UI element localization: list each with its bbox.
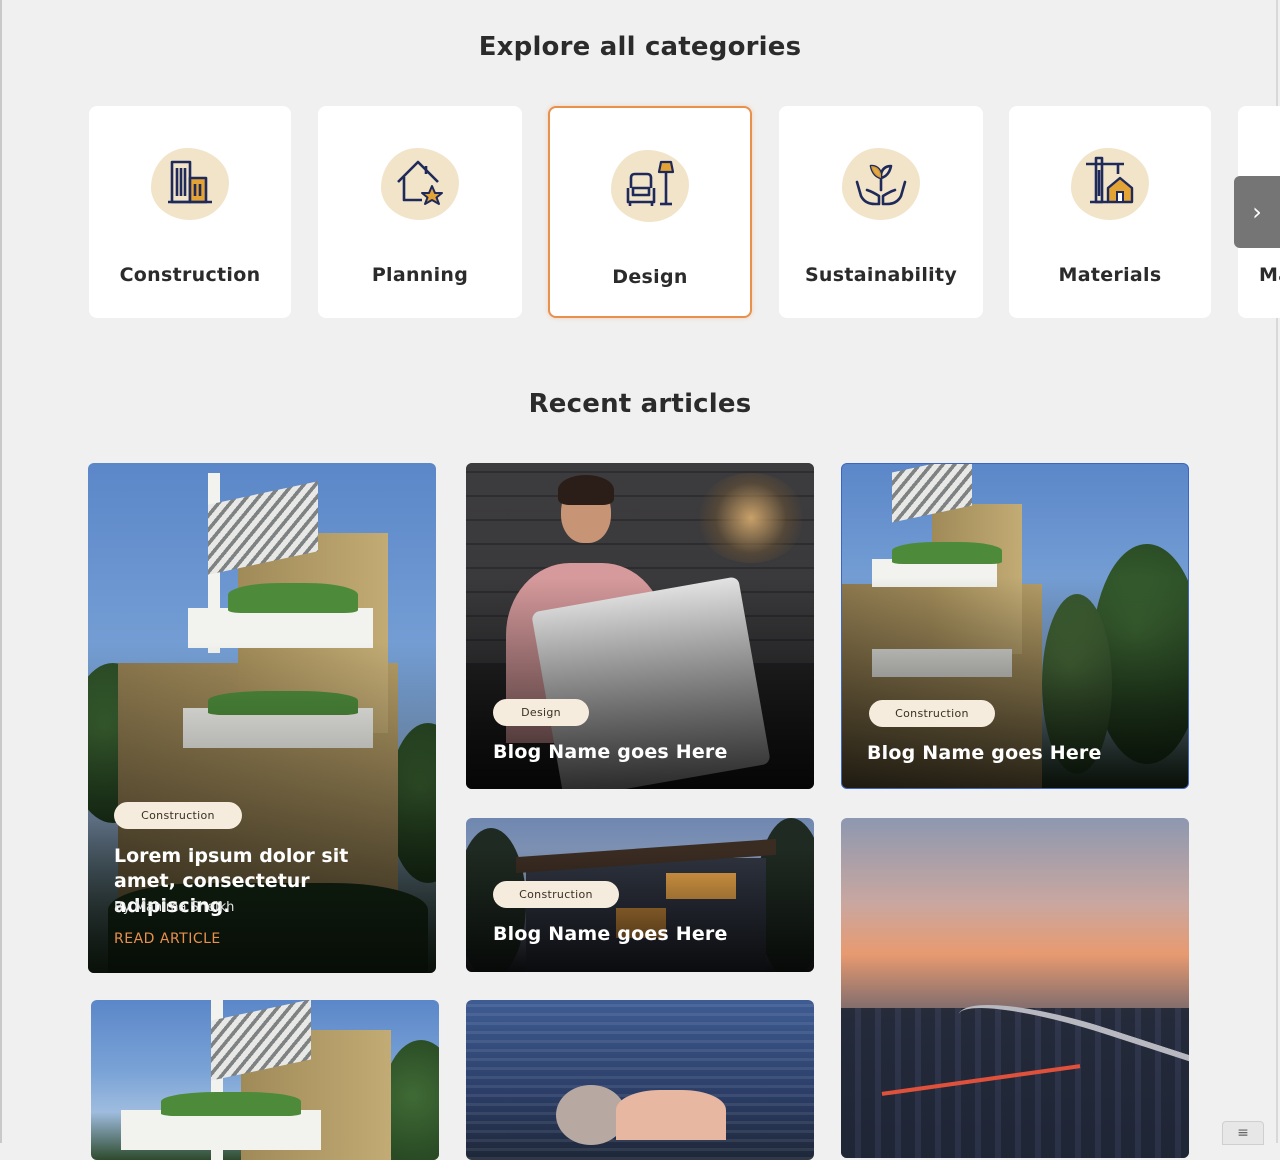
plants-image xyxy=(228,583,358,613)
category-label: Design xyxy=(612,266,688,288)
crane-house-icon xyxy=(1086,156,1134,204)
note-add-icon[interactable]: ≡ xyxy=(1222,1121,1264,1145)
article-title[interactable]: Blog Name goes Here xyxy=(867,742,1102,764)
article-card-city[interactable] xyxy=(841,818,1189,1158)
category-label: Planning xyxy=(371,264,469,286)
article-card-design[interactable]: Design Blog Name goes Here xyxy=(466,463,814,789)
chevron-right-icon: › xyxy=(1252,198,1262,226)
buildings-icon xyxy=(168,160,212,204)
hands-plant-icon xyxy=(855,164,907,206)
armchair-lamp-icon xyxy=(626,160,675,206)
category-pill[interactable]: Design xyxy=(493,699,589,726)
read-article-link[interactable]: READ ARTICLE xyxy=(114,931,221,947)
plants-image xyxy=(892,542,1002,564)
category-card-sustainability[interactable]: Sustainability xyxy=(779,106,983,318)
category-label: Ma xyxy=(1259,264,1280,286)
category-pill[interactable]: Construction xyxy=(493,881,619,908)
category-card-planning[interactable]: Planning xyxy=(318,106,522,318)
article-author: By Mahima Sheikh xyxy=(114,900,235,915)
plants-image xyxy=(161,1092,301,1116)
person-shirt-image xyxy=(616,1090,726,1140)
person-hair-image xyxy=(558,475,614,505)
article-card-bottom-left[interactable] xyxy=(91,1000,439,1160)
category-label: Construction xyxy=(119,264,261,286)
article-card-bottom-middle[interactable] xyxy=(466,1000,814,1160)
article-card-construction-middle[interactable]: Construction Blog Name goes Here xyxy=(466,818,814,972)
article-title[interactable]: Blog Name goes Here xyxy=(493,923,728,945)
category-card-design[interactable]: Design xyxy=(548,106,752,318)
article-card-construction-right[interactable]: Construction Blog Name goes Here xyxy=(841,463,1189,789)
category-label: Sustainability xyxy=(804,264,958,286)
featured-article-card[interactable]: Construction Lorem ipsum dolor sit amet,… xyxy=(88,463,436,973)
category-pill[interactable]: Construction xyxy=(869,700,995,727)
articles-heading: Recent articles xyxy=(528,389,752,419)
category-card-materials[interactable]: Materials xyxy=(1009,106,1211,318)
category-label: Materials xyxy=(1058,264,1162,286)
carousel-next-button[interactable]: › xyxy=(1234,176,1280,248)
card-shade xyxy=(466,848,814,972)
article-title[interactable]: Blog Name goes Here xyxy=(493,741,728,763)
wall-lamp-light xyxy=(696,473,806,563)
category-card-construction[interactable]: Construction xyxy=(89,106,291,318)
house-star-icon xyxy=(397,160,443,205)
categories-heading: Explore all categories xyxy=(478,32,802,62)
balcony-image xyxy=(121,1110,321,1150)
category-pill[interactable]: Construction xyxy=(114,802,242,829)
